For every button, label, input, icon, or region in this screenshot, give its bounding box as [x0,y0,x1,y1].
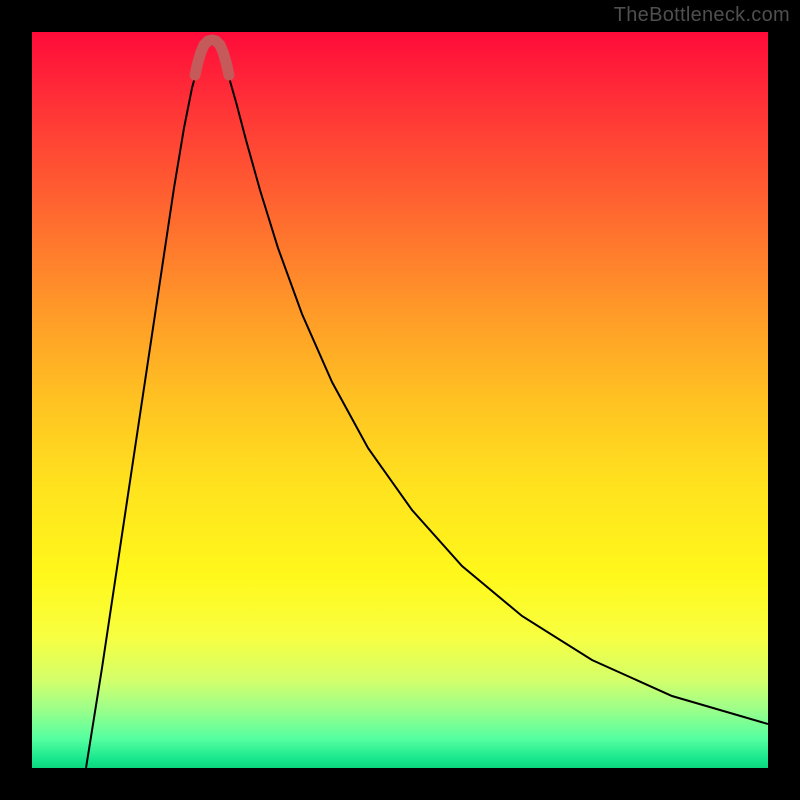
bottleneck-marker [195,40,229,75]
plot-svg [32,32,768,768]
bottleneck-curve [86,45,768,768]
watermark-text: TheBottleneck.com [614,4,790,27]
gradient-plot-area [32,32,768,768]
